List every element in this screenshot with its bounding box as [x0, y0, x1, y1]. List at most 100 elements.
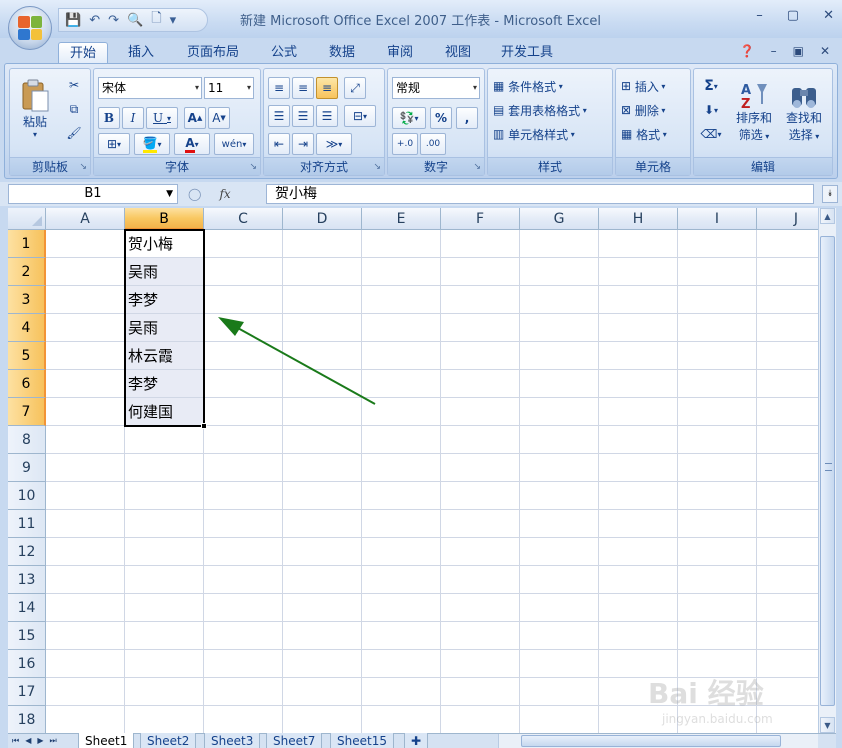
row-header-6[interactable]: 6	[8, 370, 46, 398]
dialog-launcher-icon[interactable]: ↘	[473, 162, 481, 172]
orientation-icon[interactable]: ⤢	[344, 77, 366, 99]
cell-c4[interactable]	[204, 314, 283, 342]
cell-h13[interactable]	[599, 566, 678, 594]
cell-f1[interactable]	[441, 230, 520, 258]
dialog-launcher-icon[interactable]: ↘	[79, 162, 87, 172]
cell-c6[interactable]	[204, 370, 283, 398]
cell-b8[interactable]	[125, 426, 204, 454]
tab-review[interactable]: 审阅	[378, 42, 422, 64]
comma-button[interactable]: ,	[456, 107, 478, 129]
fill-color-icon[interactable]: 🪣 ▾	[134, 133, 170, 155]
cell-e16[interactable]	[362, 650, 441, 678]
cut-icon[interactable]: ✂	[62, 75, 86, 95]
cell-d2[interactable]	[283, 258, 362, 286]
sheet-tab-sheet3[interactable]: Sheet3	[204, 733, 261, 748]
cell-c18[interactable]	[204, 706, 283, 733]
sheet-tab-sheet1[interactable]: Sheet1	[78, 733, 135, 748]
sheet-tab-sheet15[interactable]: Sheet15	[330, 733, 394, 748]
column-header-b[interactable]: B	[125, 208, 204, 230]
cell-a1[interactable]	[46, 230, 125, 258]
cell-g7[interactable]	[520, 398, 599, 426]
cell-c9[interactable]	[204, 454, 283, 482]
decrease-indent-icon[interactable]: ⇤	[268, 133, 290, 155]
clear-icon[interactable]: ⌫ ▾	[698, 123, 724, 145]
customize-qat-icon[interactable]: ▾	[170, 13, 177, 28]
redo-icon[interactable]: ↷	[108, 13, 119, 28]
maximize-button[interactable]: ▢	[787, 8, 799, 23]
cell-f18[interactable]	[441, 706, 520, 733]
column-header-e[interactable]: E	[362, 208, 441, 230]
tab-data[interactable]: 数据	[320, 42, 364, 64]
phonetic-guide-icon[interactable]: wén ▾	[214, 133, 254, 155]
row-header-1[interactable]: 1	[8, 230, 46, 258]
autosum-icon[interactable]: Σ ▾	[698, 75, 724, 97]
increase-indent-icon[interactable]: ⇥	[292, 133, 314, 155]
row-header-7[interactable]: 7	[8, 398, 46, 426]
close-button[interactable]: ✕	[823, 8, 834, 23]
conditional-format-button[interactable]: ▦ 条件格式 ▾	[492, 75, 610, 97]
cell-g13[interactable]	[520, 566, 599, 594]
cell-f12[interactable]	[441, 538, 520, 566]
first-sheet-icon[interactable]: ⏮	[12, 734, 19, 748]
cell-i4[interactable]	[678, 314, 757, 342]
cell-d6[interactable]	[283, 370, 362, 398]
row-header-4[interactable]: 4	[8, 314, 46, 342]
cell-h15[interactable]	[599, 622, 678, 650]
cell-b1[interactable]: 贺小梅	[125, 230, 204, 258]
wrap-text-icon[interactable]: ≫ ▾	[316, 133, 352, 155]
cell-i9[interactable]	[678, 454, 757, 482]
cell-e8[interactable]	[362, 426, 441, 454]
percent-button[interactable]: %	[430, 107, 452, 129]
cell-h8[interactable]	[599, 426, 678, 454]
row-header-16[interactable]: 16	[8, 650, 46, 678]
cell-d7[interactable]	[283, 398, 362, 426]
cell-e7[interactable]	[362, 398, 441, 426]
row-header-2[interactable]: 2	[8, 258, 46, 286]
row-header-3[interactable]: 3	[8, 286, 46, 314]
cell-g15[interactable]	[520, 622, 599, 650]
cell-styles-button[interactable]: ▥ 单元格样式 ▾	[492, 123, 610, 145]
office-button[interactable]	[8, 6, 52, 50]
delete-cells-button[interactable]: ⊠ 删除 ▾	[620, 99, 688, 121]
dialog-launcher-icon[interactable]: ↘	[373, 162, 381, 172]
vertical-scroll-thumb[interactable]	[820, 236, 835, 706]
cell-i2[interactable]	[678, 258, 757, 286]
cell-g9[interactable]	[520, 454, 599, 482]
cell-e6[interactable]	[362, 370, 441, 398]
paste-button[interactable]: 粘贴 ▾	[16, 73, 54, 145]
cell-b12[interactable]	[125, 538, 204, 566]
cell-d15[interactable]	[283, 622, 362, 650]
cell-a8[interactable]	[46, 426, 125, 454]
cell-f9[interactable]	[441, 454, 520, 482]
insert-function-icon[interactable]: fx	[219, 187, 230, 201]
workbook-minimize-button[interactable]: –	[771, 44, 777, 58]
cell-a5[interactable]	[46, 342, 125, 370]
cell-c8[interactable]	[204, 426, 283, 454]
cell-g11[interactable]	[520, 510, 599, 538]
horizontal-scroll-thumb[interactable]	[521, 735, 781, 747]
row-header-13[interactable]: 13	[8, 566, 46, 594]
cell-e15[interactable]	[362, 622, 441, 650]
format-cells-button[interactable]: ▦ 格式 ▾	[620, 123, 688, 145]
chevron-down-icon[interactable]: ▼	[166, 185, 173, 203]
last-sheet-icon[interactable]: ⏭	[50, 734, 57, 748]
cell-g14[interactable]	[520, 594, 599, 622]
column-header-g[interactable]: G	[520, 208, 599, 230]
tab-home[interactable]: 开始	[58, 42, 108, 64]
cell-i1[interactable]	[678, 230, 757, 258]
cell-j12[interactable]	[757, 538, 818, 566]
tab-formulas[interactable]: 公式	[262, 42, 306, 64]
cell-e13[interactable]	[362, 566, 441, 594]
cell-h9[interactable]	[599, 454, 678, 482]
cell-i15[interactable]	[678, 622, 757, 650]
row-header-18[interactable]: 18	[8, 706, 46, 733]
cell-j7[interactable]	[757, 398, 818, 426]
cell-i14[interactable]	[678, 594, 757, 622]
cell-i12[interactable]	[678, 538, 757, 566]
cell-c16[interactable]	[204, 650, 283, 678]
cell-a7[interactable]	[46, 398, 125, 426]
cell-g16[interactable]	[520, 650, 599, 678]
cell-c15[interactable]	[204, 622, 283, 650]
tab-insert[interactable]: 插入	[118, 42, 164, 64]
cell-b14[interactable]	[125, 594, 204, 622]
